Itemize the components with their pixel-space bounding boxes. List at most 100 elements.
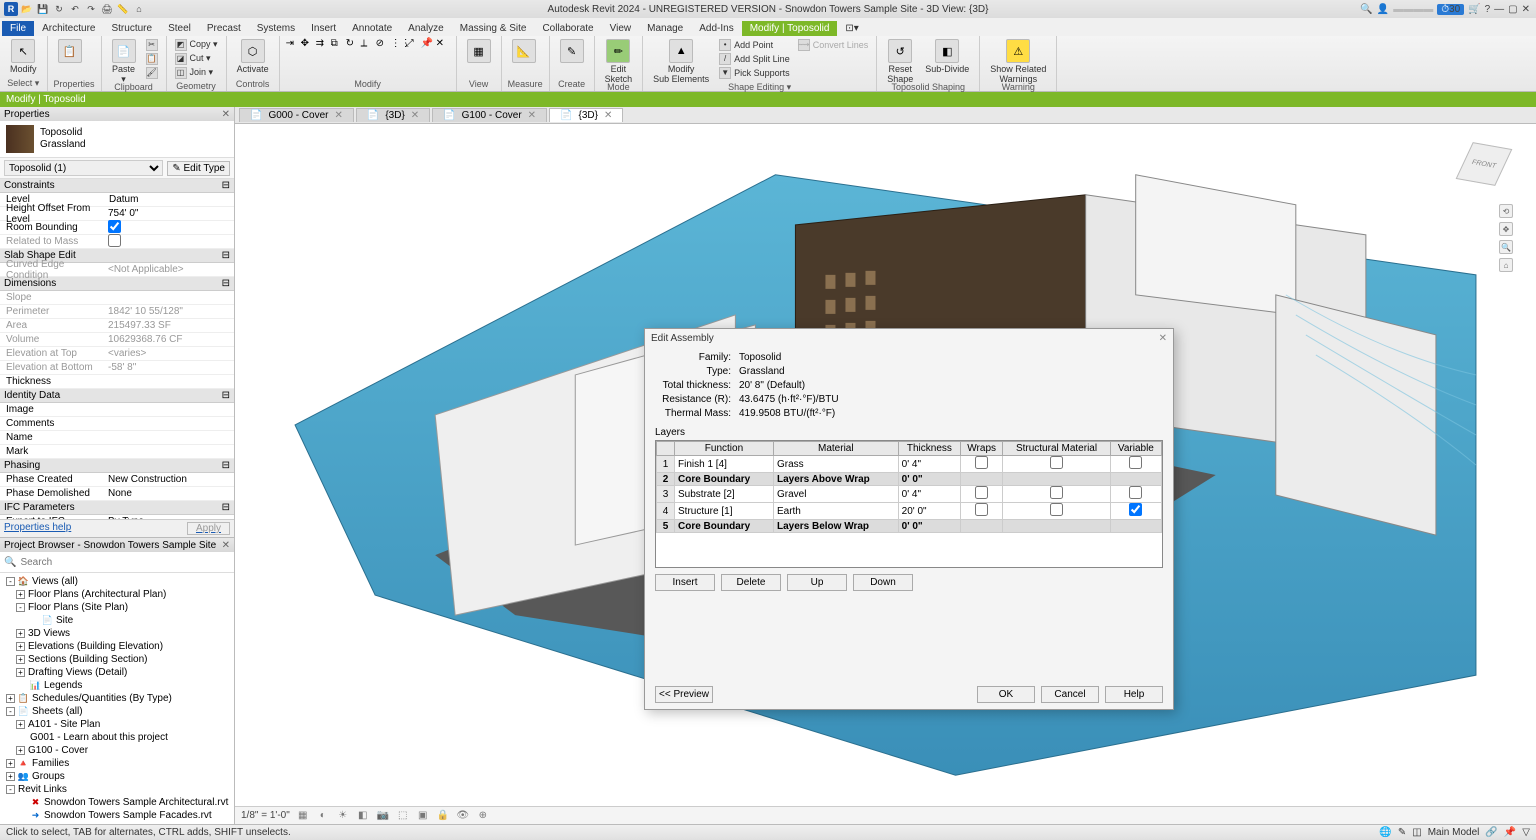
tree-item[interactable]: -Revit Links [0, 783, 234, 796]
offset-icon[interactable]: ⇉ [316, 38, 330, 52]
material-cell[interactable]: Earth [773, 503, 898, 520]
tree-item[interactable]: +Drafting Views (Detail) [0, 666, 234, 679]
wraps-checkbox[interactable] [975, 456, 988, 469]
function-cell[interactable]: Structure [1] [675, 503, 774, 520]
wraps-cell[interactable] [961, 486, 1003, 503]
tree-item[interactable]: -Floor Plans (Site Plan) [0, 601, 234, 614]
struct-checkbox[interactable] [1050, 486, 1063, 499]
model-label[interactable]: Main Model [1428, 827, 1480, 838]
temp-hide-icon[interactable]: 👁 [456, 809, 470, 823]
var-checkbox[interactable] [1129, 486, 1142, 499]
var-checkbox[interactable] [1129, 503, 1142, 516]
layers-row[interactable]: 1Finish 1 [4]Grass0' 4" [657, 456, 1162, 473]
match-button[interactable]: 🖌 [144, 66, 160, 79]
qat-print-icon[interactable]: 🖨 [100, 2, 114, 16]
scale-icon[interactable]: ⤢ [406, 38, 420, 52]
tree-item[interactable]: +G100 - Cover [0, 744, 234, 757]
property-row[interactable]: Area215497.33 SF [0, 319, 234, 333]
layers-column-header[interactable]: Structural Material [1003, 442, 1111, 456]
wraps-checkbox[interactable] [975, 486, 988, 499]
help-icon[interactable]: ? [1485, 4, 1491, 15]
property-value[interactable]: 1842' 10 55/128" [104, 306, 234, 317]
material-cell[interactable]: Layers Below Wrap [773, 520, 898, 533]
property-value[interactable]: <Not Applicable> [104, 264, 234, 275]
material-cell[interactable]: Layers Above Wrap [773, 473, 898, 486]
tree-expand-icon[interactable]: + [16, 655, 25, 664]
property-row[interactable]: Mark [0, 445, 234, 459]
ribbon-tab[interactable]: Annotate [344, 21, 400, 36]
layers-row[interactable]: 4Structure [1]Earth20' 0" [657, 503, 1162, 520]
property-value[interactable] [104, 234, 234, 250]
instance-filter-select[interactable]: Toposolid (1) [4, 160, 163, 176]
property-category[interactable]: Phasing⊟ [0, 459, 234, 473]
join-button[interactable]: ◫Join ▾ [173, 66, 220, 79]
layers-column-header[interactable] [657, 442, 675, 456]
view-tab-close-icon[interactable]: ✕ [411, 110, 419, 121]
add-point-button[interactable]: •Add Point [717, 38, 792, 51]
wraps-cell[interactable] [961, 520, 1003, 533]
tree-expand-icon[interactable]: + [6, 772, 15, 781]
insert-button[interactable]: Insert [655, 574, 715, 591]
view-button[interactable]: ▦ [463, 38, 495, 64]
tree-item[interactable]: ➜Snowdon Towers Sample Facades.rvt [0, 809, 234, 822]
ribbon-tab[interactable]: Manage [639, 21, 691, 36]
type-selector[interactable]: Toposolid Grassland [0, 121, 234, 158]
nav-home-icon[interactable]: ⌂ [1499, 258, 1513, 272]
mirror-icon[interactable]: ⧉ [331, 38, 345, 52]
material-cell[interactable]: Gravel [773, 486, 898, 503]
structural-cell[interactable] [1003, 473, 1111, 486]
tree-item[interactable]: -📄Sheets (all) [0, 705, 234, 718]
cope-button[interactable]: ◩Copy ▾ [173, 38, 220, 51]
thickness-cell[interactable]: 0' 4" [898, 456, 960, 473]
property-value[interactable]: 754' 0" [104, 208, 234, 219]
browser-tree[interactable]: -🏠Views (all)+Floor Plans (Architectural… [0, 573, 234, 824]
workset-icon[interactable]: 🌐 [1379, 827, 1391, 838]
qat-sync-icon[interactable]: ↻ [52, 2, 66, 16]
layers-column-header[interactable]: Function [675, 442, 774, 456]
wraps-cell[interactable] [961, 456, 1003, 473]
property-row[interactable]: Phase CreatedNew Construction [0, 473, 234, 487]
view-tab[interactable]: 📄{3D}✕ [356, 108, 430, 122]
view-cube[interactable]: FRONT [1454, 134, 1518, 198]
tree-expand-icon[interactable]: + [6, 694, 15, 703]
ribbon-minimize-icon[interactable]: ⊡▾ [837, 21, 866, 36]
user-icon[interactable]: 👤 [1377, 4, 1389, 15]
variable-cell[interactable] [1110, 473, 1161, 486]
add-split-line-button[interactable]: /Add Split Line [717, 52, 792, 65]
sub-divide-button[interactable]: ◧Sub-Divide [921, 38, 973, 75]
property-value[interactable]: None [104, 488, 234, 499]
function-cell[interactable]: Finish 1 [4] [675, 456, 774, 473]
cut-geom-button[interactable]: ◪Cut ▾ [173, 52, 220, 65]
tree-item[interactable]: +Sections (Building Section) [0, 653, 234, 666]
show-warnings-button[interactable]: ⚠Show Related Warnings [986, 38, 1050, 85]
variable-cell[interactable] [1110, 520, 1161, 533]
app-icon[interactable]: R [4, 2, 18, 16]
qat-save-icon[interactable]: 💾 [36, 2, 50, 16]
dialog-close-icon[interactable]: ✕ [1159, 333, 1167, 344]
ok-button[interactable]: OK [977, 686, 1035, 703]
tree-item[interactable]: ✖Snowdon Towers Sample Architectural.rvt [0, 796, 234, 809]
visual-style-icon[interactable]: ◐ [316, 809, 330, 823]
property-category[interactable]: Dimensions⊟ [0, 277, 234, 291]
help-button[interactable]: Help [1105, 686, 1163, 703]
browser-search-input[interactable] [20, 555, 230, 569]
create-button[interactable]: ✎ [556, 38, 588, 64]
view-tab-close-icon[interactable]: ✕ [604, 110, 612, 121]
lock-icon[interactable]: 🔒 [436, 809, 450, 823]
browser-close-icon[interactable]: ✕ [222, 540, 230, 551]
tree-expand-icon[interactable]: + [16, 746, 25, 755]
layers-column-header[interactable]: Variable [1110, 442, 1161, 456]
pick-supports-button[interactable]: ▼Pick Supports [717, 66, 792, 79]
view-tab[interactable]: 📄G000 - Cover✕ [239, 108, 354, 122]
maximize-icon[interactable]: ▢ [1508, 4, 1517, 15]
delete-button[interactable]: Delete [721, 574, 781, 591]
minimize-icon[interactable]: — [1494, 4, 1504, 15]
ribbon-tab[interactable]: Architecture [34, 21, 103, 36]
property-value[interactable]: <varies> [104, 348, 234, 359]
property-checkbox[interactable] [108, 234, 121, 247]
property-category[interactable]: IFC Parameters⊟ [0, 501, 234, 515]
shadows-icon[interactable]: ◧ [356, 809, 370, 823]
qat-open-icon[interactable]: 📂 [20, 2, 34, 16]
move-icon[interactable]: ✥ [301, 38, 315, 52]
property-row[interactable]: Comments [0, 417, 234, 431]
